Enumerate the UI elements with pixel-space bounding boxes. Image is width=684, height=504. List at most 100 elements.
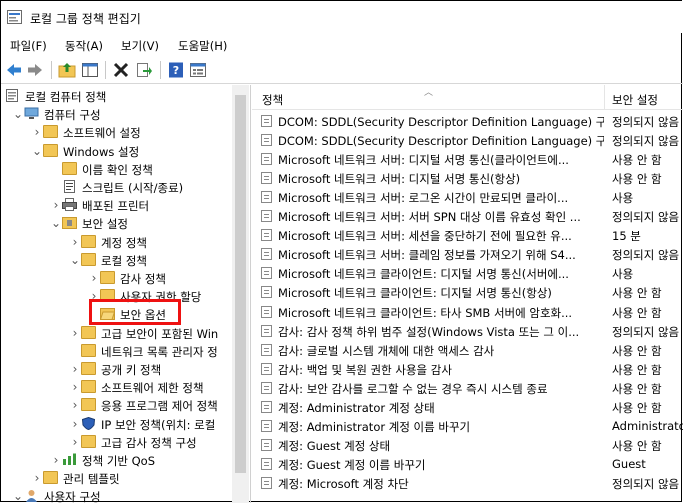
tree-node[interactable]: 네트워크 목록 관리자 정: [1, 343, 232, 361]
menu-file[interactable]: 파일(F): [10, 38, 47, 54]
collapse-arrow-icon[interactable]: ›: [70, 436, 80, 448]
window-title: 로컬 그룹 정책 편집기: [30, 12, 141, 26]
expand-arrow-icon[interactable]: ⌄: [32, 145, 42, 157]
policy-row[interactable]: Microsoft 네트워크 클라이언트: 디지털 서명 통신(서버에... 사용: [252, 264, 683, 283]
policy-name: Microsoft 네트워크 서버: 디지털 서명 통신(클라이언트에...: [278, 153, 569, 168]
menu-action[interactable]: 동작(A): [65, 38, 103, 54]
policy-setting: 사용 안 함: [612, 381, 662, 396]
policy-row[interactable]: 계정: Administrator 계정 이름 바꾸기 Administrator: [252, 417, 683, 436]
policy-row[interactable]: Microsoft 네트워크 클라이언트: 타사 SMB 서버에 암호화... 사…: [252, 303, 683, 322]
policy-icon: [261, 476, 272, 489]
title-bar: 로컬 그룹 정책 편집기: [1, 1, 683, 33]
collapse-arrow-icon[interactable]: ›: [70, 236, 80, 248]
policy-icon: [261, 381, 272, 394]
tree-node[interactable]: ⌄ 보안 설정: [1, 215, 232, 233]
column-header-policy[interactable]: 정책: [262, 92, 283, 108]
tree-node[interactable]: › 소프트웨어 제한 정책: [1, 379, 232, 397]
collapse-arrow-icon[interactable]: ›: [70, 363, 80, 375]
collapse-arrow-icon[interactable]: ›: [70, 327, 80, 339]
policy-row[interactable]: 감사: 보안 감사를 로그할 수 없는 경우 즉시 시스템 종료 사용 안 함: [252, 379, 683, 398]
forward-icon[interactable]: [26, 61, 44, 79]
tree-node[interactable]: › 소프트웨어 설정: [1, 124, 232, 142]
tree-node[interactable]: ⌄ Windows 설정: [1, 143, 232, 161]
collapse-arrow-icon[interactable]: ›: [70, 418, 80, 430]
policy-icon: [261, 229, 272, 242]
tree-scrollbar-thumb[interactable]: [235, 95, 246, 473]
column-header-setting[interactable]: 보안 설정: [612, 92, 658, 108]
show-hide-tree-icon[interactable]: [81, 61, 99, 79]
folder-icon: [81, 380, 96, 394]
tree-node[interactable]: › 계정 정책: [1, 234, 232, 252]
tree-node[interactable]: 이름 확인 정책: [1, 161, 232, 179]
policy-row[interactable]: Microsoft 네트워크 클라이언트: 디지털 서명 통신(항상) 사용 안 …: [252, 283, 683, 302]
tree-node[interactable]: › 고급 감사 정책 구성: [1, 434, 232, 452]
policy-row[interactable]: 계정: Microsoft 계정 차단 정의되지 않음: [252, 474, 683, 493]
policy-setting: 사용 안 함: [612, 305, 662, 320]
tree-node-label: 고급 보안이 포함된 Win: [101, 326, 219, 341]
policy-setting: 정의되지 않음: [612, 210, 680, 225]
folder-icon: [81, 362, 96, 375]
collapse-arrow-icon[interactable]: ›: [51, 454, 61, 466]
tree-node-label: 공개 키 정책: [101, 363, 162, 377]
policy-setting: 15 분: [612, 229, 641, 244]
tree-node-label: 스크립트 (시작/종료): [82, 181, 184, 195]
help-icon[interactable]: ?: [167, 61, 185, 79]
policy-row[interactable]: Microsoft 네트워크 서버: 디지털 서명 통신(클라이언트에... 사용…: [252, 150, 683, 169]
tree-node[interactable]: › 관리 템플릿: [1, 470, 232, 488]
collapse-arrow-icon[interactable]: ›: [89, 272, 99, 284]
tree-node[interactable]: › 공개 키 정책: [1, 361, 232, 379]
policy-row[interactable]: DCOM: SDDL(Security Descriptor Definitio…: [252, 112, 683, 131]
tree-node-label: 컴퓨터 구성: [44, 108, 101, 123]
collapse-arrow-icon[interactable]: ›: [32, 472, 42, 484]
policy-icon: [261, 457, 272, 470]
tree-node[interactable]: 스크립트 (시작/종료): [1, 179, 232, 197]
expand-arrow-icon[interactable]: ⌄: [13, 108, 23, 120]
policy-row[interactable]: Microsoft 네트워크 서버: 서버 SPN 대상 이름 유효성 확인 .…: [252, 207, 683, 226]
delete-icon[interactable]: [112, 61, 130, 79]
tree-scrollbar[interactable]: [232, 85, 249, 503]
collapse-arrow-icon[interactable]: ›: [70, 399, 80, 411]
policy-row[interactable]: Microsoft 네트워크 서버: 디지털 서명 통신(항상) 사용 안 함: [252, 169, 683, 188]
expand-arrow-icon[interactable]: ⌄: [51, 217, 61, 229]
tree-node[interactable]: › 감사 정책: [1, 270, 232, 288]
expand-arrow-icon[interactable]: ⌄: [13, 490, 23, 502]
export-icon[interactable]: [135, 61, 153, 79]
policy-setting: Administrator: [612, 418, 683, 433]
policy-row[interactable]: 계정: Guest 계정 상태 사용 안 함: [252, 436, 683, 455]
tree-node[interactable]: › 응용 프로그램 제어 정책: [1, 397, 232, 415]
policy-row[interactable]: DCOM: SDDL(Security Descriptor Definitio…: [252, 131, 683, 150]
policy-row[interactable]: 감사: 글로벌 시스템 개체에 대한 액세스 감사 사용 안 함: [252, 341, 683, 360]
tree-node[interactable]: › 배포된 프린터: [1, 197, 232, 215]
tree-node[interactable]: ⌄ 사용자 구성: [1, 488, 232, 503]
policy-row[interactable]: 감사: 백업 및 복원 권한 사용을 감사 사용 안 함: [252, 360, 683, 379]
policy-row[interactable]: Microsoft 네트워크 서버: 로그온 시간이 만료되면 클라이... 사용: [252, 188, 683, 207]
policy-row[interactable]: 감사: 감사 정책 하위 범주 설정(Windows Vista 또는 그 이.…: [252, 322, 683, 341]
collapse-arrow-icon[interactable]: ›: [51, 199, 61, 211]
tree-node[interactable]: ⌄ 로컬 정책: [1, 252, 232, 270]
policy-row[interactable]: Microsoft 네트워크 서버: 클레임 정보를 가져오기 위해 S4...…: [252, 245, 683, 264]
column-divider[interactable]: [604, 85, 605, 109]
menu-view[interactable]: 보기(V): [121, 38, 159, 54]
policy-row[interactable]: 계정: Guest 계정 이름 바꾸기 Guest: [252, 455, 683, 474]
expand-arrow-icon[interactable]: ⌄: [70, 254, 80, 266]
tree-node[interactable]: › 정책 기반 QoS: [1, 452, 232, 470]
policy-setting: 정의되지 않음: [612, 324, 680, 339]
gpedit-app-icon: [7, 10, 22, 24]
collapse-arrow-icon[interactable]: ›: [70, 381, 80, 393]
back-icon[interactable]: [5, 61, 23, 79]
policy-row[interactable]: Microsoft 네트워크 서버: 세션을 중단하기 전에 필요한 유... 1…: [252, 226, 683, 245]
menu-help[interactable]: 도움말(H): [178, 38, 227, 54]
collapse-arrow-icon[interactable]: ›: [32, 126, 42, 138]
folder-icon: [81, 234, 96, 248]
tree-node[interactable]: ⌄ 컴퓨터 구성: [1, 106, 232, 124]
properties-icon[interactable]: [189, 61, 207, 79]
tree-node-label: 소프트웨어 설정: [63, 126, 141, 141]
tree-node[interactable]: › 고급 보안이 포함된 Win: [1, 325, 232, 343]
up-folder-icon[interactable]: [58, 61, 76, 79]
menu-bar: 파일(F) 동작(A) 보기(V) 도움말(H): [1, 34, 683, 56]
policy-name: 감사: 감사 정책 하위 범주 설정(Windows Vista 또는 그 이.…: [278, 324, 580, 339]
tree-node[interactable]: › IP 보안 정책(위치: 로컬: [1, 416, 232, 434]
policy-row[interactable]: 계정: Administrator 계정 상태 사용 안 함: [252, 398, 683, 417]
tree-node[interactable]: 로컬 컴퓨터 정책: [1, 88, 232, 106]
ipsec-icon: [81, 416, 96, 430]
